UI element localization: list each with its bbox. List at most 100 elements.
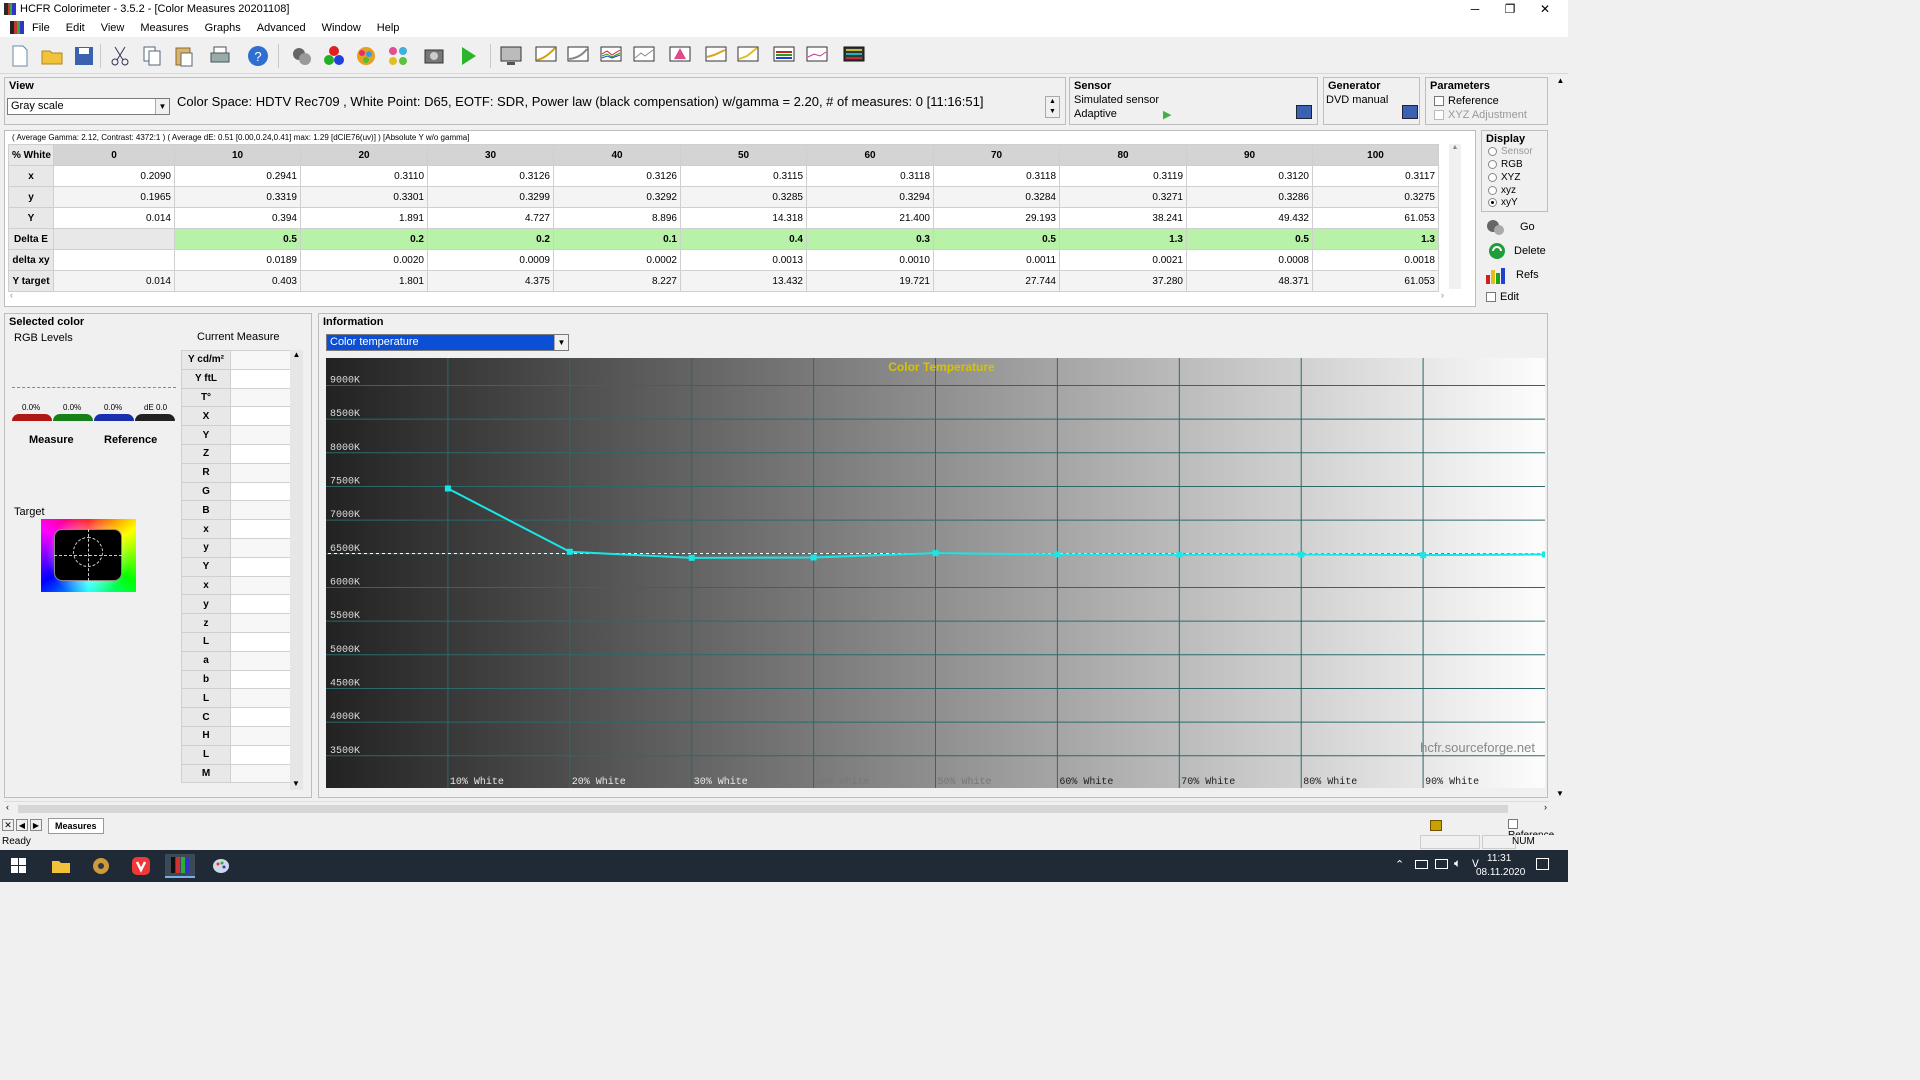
sensor-icon[interactable] [288,42,316,70]
table-cell[interactable]: 4.727 [427,207,554,229]
color-grid-icon[interactable] [384,42,412,70]
table-vertical-scrollbar[interactable]: ▲ [1449,144,1461,289]
table-cell[interactable]: 0.0018 [1312,249,1439,271]
rgb-histogram-icon[interactable] [770,42,798,70]
paste-icon[interactable] [170,42,198,70]
monitor-gray-icon[interactable] [497,42,525,70]
table-cell[interactable]: 19.721 [806,270,934,292]
table-cell[interactable]: 0.3118 [806,165,934,187]
table-cell[interactable]: 1.801 [300,270,428,292]
table-cell[interactable]: 13.432 [680,270,807,292]
table-cell[interactable]: 14.318 [680,207,807,229]
print-icon[interactable] [206,42,234,70]
table-cell[interactable]: 61.053 [1312,270,1439,292]
table-cell[interactable]: 0.3120 [1186,165,1313,187]
table-cell[interactable]: 27.744 [933,270,1060,292]
table-cell[interactable]: 0.0013 [680,249,807,271]
reference-checkbox[interactable]: Reference [1434,95,1499,107]
table-cell[interactable]: 48.371 [1186,270,1313,292]
table-cell[interactable]: 0.3126 [427,165,554,187]
column-header[interactable]: 70 [933,144,1060,166]
hcfr-taskbar-icon[interactable] [165,854,195,878]
column-header[interactable]: 20 [300,144,428,166]
table-cell[interactable]: 37.280 [1059,270,1187,292]
column-header[interactable]: 90 [1186,144,1313,166]
color-wheel-icon[interactable] [352,42,380,70]
table-cell[interactable]: 0.3110 [300,165,428,187]
table-cell[interactable]: 0.403 [174,270,301,292]
table-cell[interactable]: 1.3 [1059,228,1187,250]
scroll-up-icon[interactable]: ▲ [290,350,303,359]
table-cell[interactable]: 0.5 [174,228,301,250]
table-cell[interactable]: 0.0008 [1186,249,1313,271]
cut-icon[interactable] [106,42,134,70]
table-cell[interactable]: 0.3284 [933,186,1060,208]
color-dots-icon[interactable] [320,42,348,70]
gamma-graph-icon[interactable] [532,42,560,70]
camera-icon[interactable] [420,42,448,70]
table-cell[interactable]: 0.2 [300,228,428,250]
table-cell[interactable]: 61.053 [1312,207,1439,229]
table-cell[interactable]: 8.896 [553,207,681,229]
table-horizontal-scrollbar[interactable]: ‹ › [8,290,1448,302]
table-cell[interactable]: 0.1 [553,228,681,250]
tab-prev-icon[interactable]: ◀ [16,819,28,831]
table-cell[interactable]: 0.0009 [427,249,554,271]
table-cell[interactable]: 0.4 [680,228,807,250]
menu-measures[interactable]: Measures [132,22,196,34]
close-button[interactable]: ✕ [1522,0,1568,18]
table-cell[interactable]: 29.193 [933,207,1060,229]
table-cell[interactable]: 0.3286 [1186,186,1313,208]
table-cell[interactable]: 0.0021 [1059,249,1187,271]
clock-time[interactable]: 11:31 [1487,853,1511,864]
table-cell[interactable]: 0.0020 [300,249,428,271]
table-cell[interactable]: 0.2090 [53,165,175,187]
scroll-thumb[interactable] [18,805,1508,813]
delete-button[interactable]: Delete [1484,240,1546,262]
view-spin-button[interactable]: ▲ ▼ [1045,96,1060,118]
table-cell[interactable]: 0.3299 [427,186,554,208]
display-option-xyy[interactable]: xyY [1488,197,1518,208]
table-cell[interactable]: 0.0010 [806,249,934,271]
table-cell[interactable] [53,249,175,271]
window-horizontal-scrollbar[interactable]: ‹ › [4,801,1549,815]
vivaldi-browser-icon[interactable] [126,854,156,878]
column-header[interactable]: 50 [680,144,807,166]
volume-icon[interactable]: 🔈︎ [1454,856,1461,871]
menu-graphs[interactable]: Graphs [197,22,249,34]
go-button[interactable]: Go [1484,216,1546,238]
scroll-up-icon[interactable]: ▲ [1553,76,1568,85]
menu-file[interactable]: File [24,22,58,34]
tab-close-icon[interactable]: ✕ [2,819,14,831]
app-gear-icon[interactable] [86,854,116,878]
menu-window[interactable]: Window [314,22,369,34]
chevron-up-icon[interactable]: ⌃ [1395,858,1404,871]
view-mode-select[interactable]: Gray scale ▼ [7,98,170,115]
table-cell[interactable]: 0.3115 [680,165,807,187]
near-black-graph-icon[interactable] [734,42,762,70]
side-table-scrollbar[interactable]: ▲ ▼ [290,350,303,790]
table-cell[interactable]: 0.394 [174,207,301,229]
color-temp-graph-icon[interactable] [702,42,730,70]
delta-e-graph-icon[interactable] [630,42,658,70]
table-cell[interactable]: 0.0002 [553,249,681,271]
column-header[interactable]: 30 [427,144,554,166]
display-option-rgb[interactable]: RGB [1488,159,1523,170]
scroll-down-icon[interactable]: ▼ [1556,789,1564,798]
play-icon[interactable] [454,42,482,70]
notification-icon[interactable] [1536,858,1549,870]
table-cell[interactable]: 0.3117 [1312,165,1439,187]
table-cell[interactable]: 0.2941 [174,165,301,187]
display-option-xyz-lower[interactable]: xyz [1488,185,1516,196]
table-cell[interactable]: 8.227 [553,270,681,292]
column-header[interactable]: 10 [174,144,301,166]
graph-type-select[interactable]: Color temperature ▼ [326,334,569,351]
table-cell[interactable]: 0.3271 [1059,186,1187,208]
tab-next-icon[interactable]: ▶ [30,819,42,831]
table-cell[interactable]: 1.891 [300,207,428,229]
table-cell[interactable]: 0.3119 [1059,165,1187,187]
windows-start-icon[interactable] [4,854,34,878]
column-header[interactable]: 60 [806,144,934,166]
table-cell[interactable]: 0.3292 [553,186,681,208]
table-cell[interactable]: 0.0011 [933,249,1060,271]
